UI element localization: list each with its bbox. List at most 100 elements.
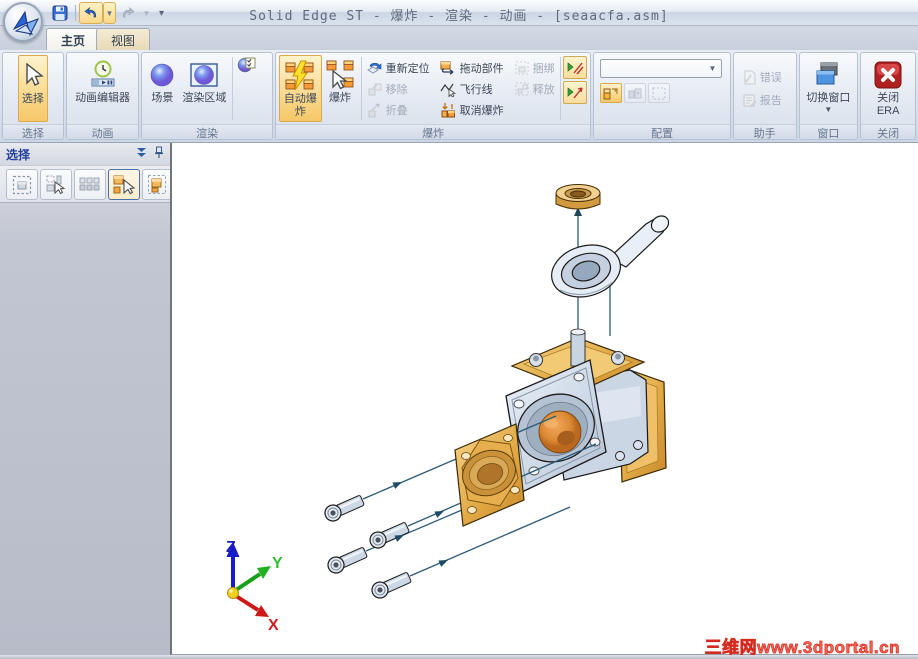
group-label-explode: 爆炸	[275, 124, 591, 139]
pushpin-icon	[155, 146, 163, 158]
animation-editor-button[interactable]: 动画编辑器	[72, 55, 133, 122]
group-label-close: 关闭	[861, 124, 915, 139]
remove-button[interactable]: 移除	[365, 78, 432, 99]
ribbon-group-explode: 自动爆炸 爆炸 重新定位 移除 折叠 拖动部件 飞行线 取消爆炸 捆绑 释放 爆…	[274, 52, 592, 140]
flight-lines-button[interactable]: 飞行线	[438, 78, 506, 99]
animation-editor-icon	[88, 58, 118, 92]
select-toolbar	[0, 165, 174, 203]
ribbon-tab-row: 主页 视图	[0, 26, 918, 50]
solid-edge-window: ▼ ▼ ▾ Solid Edge ST - 爆炸 - 渲染 - 动画 - [se…	[0, 0, 918, 659]
explode-sep-2	[559, 57, 561, 120]
collapse-button[interactable]: 折叠	[365, 99, 432, 120]
config-zone-button[interactable]	[648, 83, 671, 103]
ribbon-group-select: 选择 选择	[2, 52, 64, 140]
release-button[interactable]: 释放	[512, 78, 557, 99]
dashed-box-icon	[12, 175, 32, 194]
config-assembly-icon	[628, 88, 642, 98]
auto-explode-icon	[284, 59, 316, 93]
window-bottom-edge	[0, 655, 918, 659]
close-era-button[interactable]: 关闭 ERA	[870, 55, 906, 122]
solid-edge-logo-icon	[12, 10, 40, 37]
reposition-icon	[366, 62, 381, 74]
reposition-button[interactable]: 重新定位	[365, 57, 432, 78]
select-panel: 选择	[0, 143, 174, 655]
release-icon	[515, 82, 529, 95]
window-title: Solid Edge ST - 爆炸 - 渲染 - 动画 - [seaacfa.…	[249, 9, 669, 24]
unexplode-button[interactable]: 取消爆炸	[438, 99, 506, 120]
switch-window-dropdown-icon: ▼	[824, 104, 833, 114]
close-icon	[873, 58, 903, 92]
double-chevron-down-icon	[137, 148, 146, 157]
coordinate-triad: Z Y X	[226, 539, 283, 634]
select-panel-header: 选择	[0, 143, 170, 165]
auto-explode-button[interactable]: 自动爆炸	[278, 55, 322, 122]
config-zone-icon	[652, 87, 666, 99]
bind-icon	[515, 61, 529, 74]
report-button[interactable]: 报告	[740, 90, 793, 111]
axis-label-y: Y	[272, 555, 283, 572]
flow-lines-icon	[568, 62, 584, 75]
bind-button[interactable]: 捆绑	[512, 57, 557, 78]
tab-home[interactable]: 主页	[46, 28, 101, 50]
report-icon	[743, 94, 757, 107]
explode-button[interactable]: 爆炸	[322, 55, 358, 122]
component-pairs-icon	[79, 177, 100, 190]
part-stem-nut[interactable]	[555, 184, 601, 210]
part-left-flange[interactable]	[454, 423, 525, 527]
select-mode-parts-button[interactable]	[40, 169, 72, 200]
config-assembly-button[interactable]	[624, 83, 647, 103]
axis-label-x: X	[268, 617, 279, 634]
explode-icon	[325, 58, 355, 92]
render-options-button[interactable]	[236, 55, 258, 75]
panel-pin-button[interactable]	[154, 145, 164, 163]
group-label-select: 选择	[3, 124, 63, 139]
tab-view[interactable]: 视图	[96, 28, 151, 50]
group-label-window: 窗口	[799, 124, 858, 139]
select-tool-button[interactable]: 选择	[17, 55, 48, 122]
unexplode-icon	[441, 102, 455, 117]
ribbon: 选择 选择 动画编辑器 动画 场景 渲染区域 渲染 自动爆炸 爆炸 重新定位 移…	[0, 50, 918, 143]
ribbon-group-assistant: 错误 报告 助手	[732, 52, 797, 140]
ribbon-group-config: ▼ 配置	[593, 52, 731, 140]
show-flow-lines-toggle[interactable]	[563, 56, 588, 79]
collapse-icon	[368, 102, 380, 117]
cube-cursor-icon	[113, 175, 136, 194]
watermark-text: 三维网www.3dportal.cn	[705, 637, 900, 655]
render-group-separator	[232, 57, 234, 120]
scene-button[interactable]: 场景	[145, 55, 179, 122]
show-flow-arrows-toggle[interactable]	[563, 81, 588, 104]
drag-part-icon	[440, 61, 454, 75]
group-label-config: 配置	[594, 124, 730, 139]
explode-sep-1	[360, 57, 362, 120]
select-mode-components-button[interactable]	[74, 169, 106, 200]
render-area-button[interactable]: 渲染区域	[179, 55, 229, 122]
model-viewport[interactable]: Z Y X 三维网www.3dportal.cn	[170, 143, 918, 655]
ribbon-group-render: 场景 渲染区域 渲染	[141, 52, 273, 140]
panel-collapse-button[interactable]	[135, 145, 148, 163]
application-button[interactable]	[3, 2, 43, 42]
flight-lines-icon	[440, 83, 456, 97]
ribbon-group-close: 关闭 ERA 关闭	[860, 52, 916, 140]
select-mode-box-button[interactable]	[6, 169, 38, 200]
cursor-arrow-icon	[22, 59, 44, 93]
part-handle[interactable]	[545, 213, 671, 305]
dashed-cube-icon	[148, 174, 166, 194]
select-panel-title: 选择	[6, 147, 31, 162]
config-display-icon	[603, 87, 619, 99]
switch-window-button[interactable]: 切换窗口 ▼	[803, 55, 853, 122]
errors-icon	[743, 70, 756, 84]
configuration-combobox[interactable]: ▼	[600, 59, 723, 78]
select-mode-top-level-button[interactable]	[108, 169, 140, 200]
errors-button[interactable]: 错误	[740, 67, 793, 88]
part-bolts[interactable]	[322, 493, 412, 601]
config-display-button[interactable]	[600, 83, 623, 103]
ribbon-group-window: 切换窗口 ▼ 窗口	[798, 52, 859, 140]
exploded-assembly-view: Z Y X 三维网www.3dportal.cn	[226, 184, 900, 655]
render-options-icon	[238, 57, 256, 73]
title-bar: ▼ ▼ ▾ Solid Edge ST - 爆炸 - 渲染 - 动画 - [se…	[0, 0, 918, 42]
ribbon-group-animation: 动画编辑器 动画	[65, 52, 140, 140]
drag-part-button[interactable]: 拖动部件	[438, 57, 506, 78]
group-label-render: 渲染	[142, 124, 272, 139]
combobox-dropdown-icon[interactable]: ▼	[705, 62, 719, 75]
render-area-icon	[189, 58, 219, 92]
